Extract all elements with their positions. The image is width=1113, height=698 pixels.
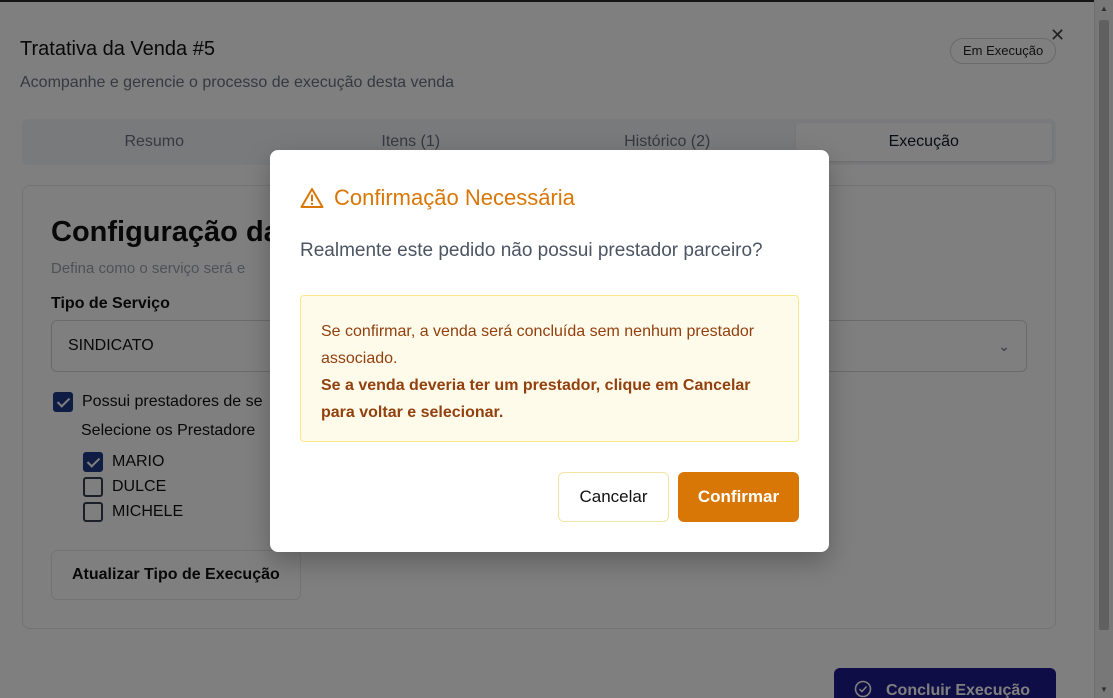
alert-strong-text: Se a venda deveria ter um prestador, cli…	[321, 377, 751, 421]
modal-header: Confirmação Necessária	[300, 185, 575, 211]
warning-alert: Se confirmar, a venda será concluída sem…	[300, 295, 799, 442]
warning-icon	[300, 187, 324, 209]
confirm-button[interactable]: Confirmar	[678, 472, 799, 522]
confirmation-modal: Confirmação Necessária Realmente este pe…	[270, 150, 829, 552]
cancel-button[interactable]: Cancelar	[558, 472, 669, 522]
modal-question: Realmente este pedido não possui prestad…	[300, 240, 763, 261]
modal-title: Confirmação Necessária	[334, 185, 575, 210]
alert-text: Se confirmar, a venda será concluída sem…	[321, 323, 755, 367]
